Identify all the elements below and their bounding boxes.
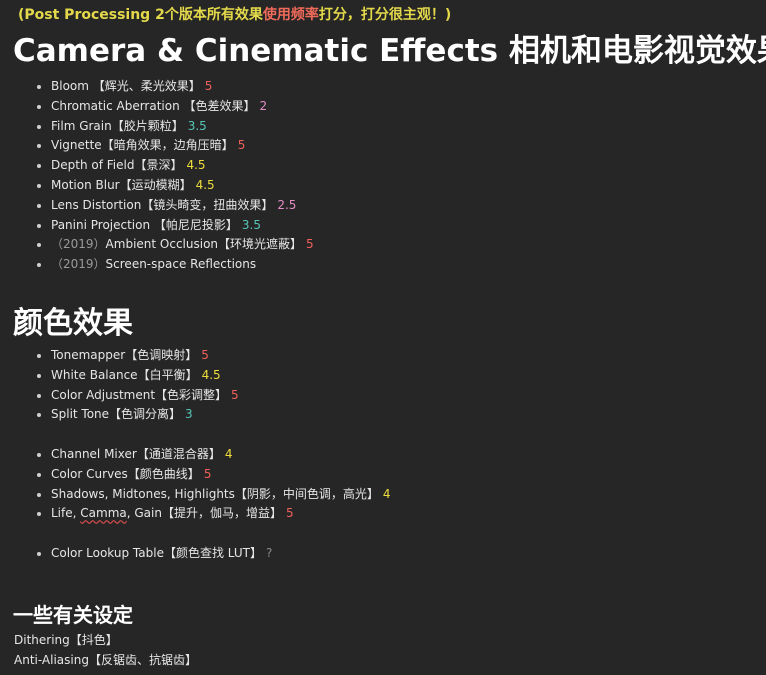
item-label: Tonemapper【色调映射】: [51, 348, 198, 362]
item-label-part: , Gain【提升，伽马，增益】: [126, 506, 282, 521]
item-score: 5: [285, 506, 294, 521]
item-label: White Balance【白平衡】: [51, 367, 198, 382]
item-score: 4.5: [186, 158, 206, 173]
item-label: Chromatic Aberration 【色差效果】: [51, 98, 256, 113]
item-label: Color Curves【颜色曲线】: [51, 466, 200, 481]
list-item-lens-distortion: Lens Distortion【镜头畸变，扭曲效果】 2.5: [0, 196, 314, 216]
item-label: Film Grain【胶片颗粒】: [51, 118, 184, 133]
list-item-lift-gamma-gain: Life, Camma, Gain【提升，伽马，增益】 5: [0, 504, 391, 524]
item-score: 4: [382, 486, 391, 501]
note-prefix: (Post Processing 2个版本所有效果: [18, 7, 263, 23]
item-label: Ambient Occlusion【环境光遮蔽】: [105, 237, 303, 252]
item-score: 4: [224, 446, 233, 461]
list-item-ambient-occlusion: （2019）Ambient Occlusion【环境光遮蔽】 5: [0, 235, 314, 255]
camera-effects-list: Bloom 【辉光、柔光效果】 5 Chromatic Aberration 【色…: [0, 77, 314, 275]
list-item-color-adjustment: Color Adjustment【色彩调整】 5: [0, 386, 391, 406]
list-item-shadows-midtones-highlights: Shadows, Midtones, Highlights【阴影，中间色调，高光…: [0, 485, 391, 505]
list-item-film-grain: Film Grain【胶片颗粒】 3.5: [0, 117, 314, 137]
note-suffix: 打分，打分很主观！): [318, 7, 452, 23]
section-color-title: 颜色效果: [13, 306, 133, 341]
item-score: 5: [306, 237, 314, 252]
setting-dithering: Dithering【抖色】: [14, 633, 118, 647]
note-highlight: 使用频率: [262, 7, 319, 23]
list-item-screen-space-reflections: （2019）Screen-space Reflections: [0, 255, 314, 275]
list-item-tonemapper: Tonemapper【色调映射】 5: [0, 346, 391, 366]
section-camera-title: Camera & Cinematic Effects 相机和电影视觉效果: [13, 33, 766, 69]
list-item-color-curves: Color Curves【颜色曲线】 5: [0, 465, 391, 485]
item-score: 3.5: [187, 118, 207, 133]
item-score: 5: [237, 138, 246, 153]
item-label: Color Adjustment【色彩调整】: [51, 387, 228, 402]
item-score: 3: [185, 407, 193, 422]
list-item-channel-mixer: Channel Mixer【通道混合器】 4: [0, 445, 391, 465]
item-score: ?: [265, 545, 273, 560]
item-score: 2: [259, 98, 268, 113]
item-label: Color Lookup Table【颜色查找 LUT】: [51, 545, 262, 560]
list-item-color-lookup-table: Color Lookup Table【颜色查找 LUT】?: [0, 544, 391, 564]
item-score: 5: [204, 79, 213, 93]
item-label: Bloom 【辉光、柔光效果】: [51, 79, 201, 93]
item-score: 5: [203, 466, 212, 481]
item-label: Motion Blur【运动模糊】: [51, 177, 192, 192]
list-item-motion-blur: Motion Blur【运动模糊】 4.5: [0, 176, 314, 196]
misspelled-word: Camma: [80, 506, 127, 521]
item-label: Vignette【暗角效果，边角压暗】: [51, 138, 234, 153]
list-item-depth-of-field: Depth of Field【景深】 4.5: [0, 156, 314, 176]
item-label: Screen-space Reflections: [105, 257, 257, 272]
item-score: 2.5: [277, 197, 297, 212]
item-label: Channel Mixer【通道混合器】: [51, 446, 221, 461]
item-label: Panini Projection 【帕尼尼投影】: [51, 217, 238, 232]
item-score: 5: [201, 348, 209, 362]
item-label: Depth of Field【景深】: [51, 158, 183, 173]
item-score: 4.5: [201, 367, 221, 382]
list-item-chromatic-aberration: Chromatic Aberration 【色差效果】 2: [0, 97, 314, 117]
frequency-note: (Post Processing 2个版本所有效果使用频率打分，打分很主观！): [18, 4, 451, 24]
item-year: （2019）: [51, 237, 106, 252]
list-item-white-balance: White Balance【白平衡】 4.5: [0, 366, 391, 386]
setting-anti-aliasing: Anti-Aliasing【反锯齿、抗锯齿】: [14, 653, 197, 667]
list-item-panini-projection: Panini Projection 【帕尼尼投影】 3.5: [0, 216, 314, 236]
item-label: Lens Distortion【镜头畸变，扭曲效果】: [51, 197, 274, 212]
item-score: 3.5: [241, 217, 261, 232]
list-item-vignette: Vignette【暗角效果，边角压暗】 5: [0, 136, 314, 156]
item-label: Shadows, Midtones, Highlights【阴影，中间色调，高光…: [51, 486, 379, 501]
item-year: （2019）: [51, 257, 106, 272]
section-settings-title: 一些有关设定: [13, 603, 133, 627]
item-label: Split Tone【色调分离】: [51, 407, 182, 422]
item-label-part: Life,: [51, 506, 81, 521]
item-score: 4.5: [195, 177, 215, 192]
list-item-split-tone: Split Tone【色调分离】 3: [0, 405, 391, 425]
item-score: 5: [231, 387, 239, 402]
color-effects-list: Tonemapper【色调映射】 5 White Balance【白平衡】 4.5 …: [0, 346, 391, 564]
list-item-bloom: Bloom 【辉光、柔光效果】 5: [0, 77, 314, 97]
